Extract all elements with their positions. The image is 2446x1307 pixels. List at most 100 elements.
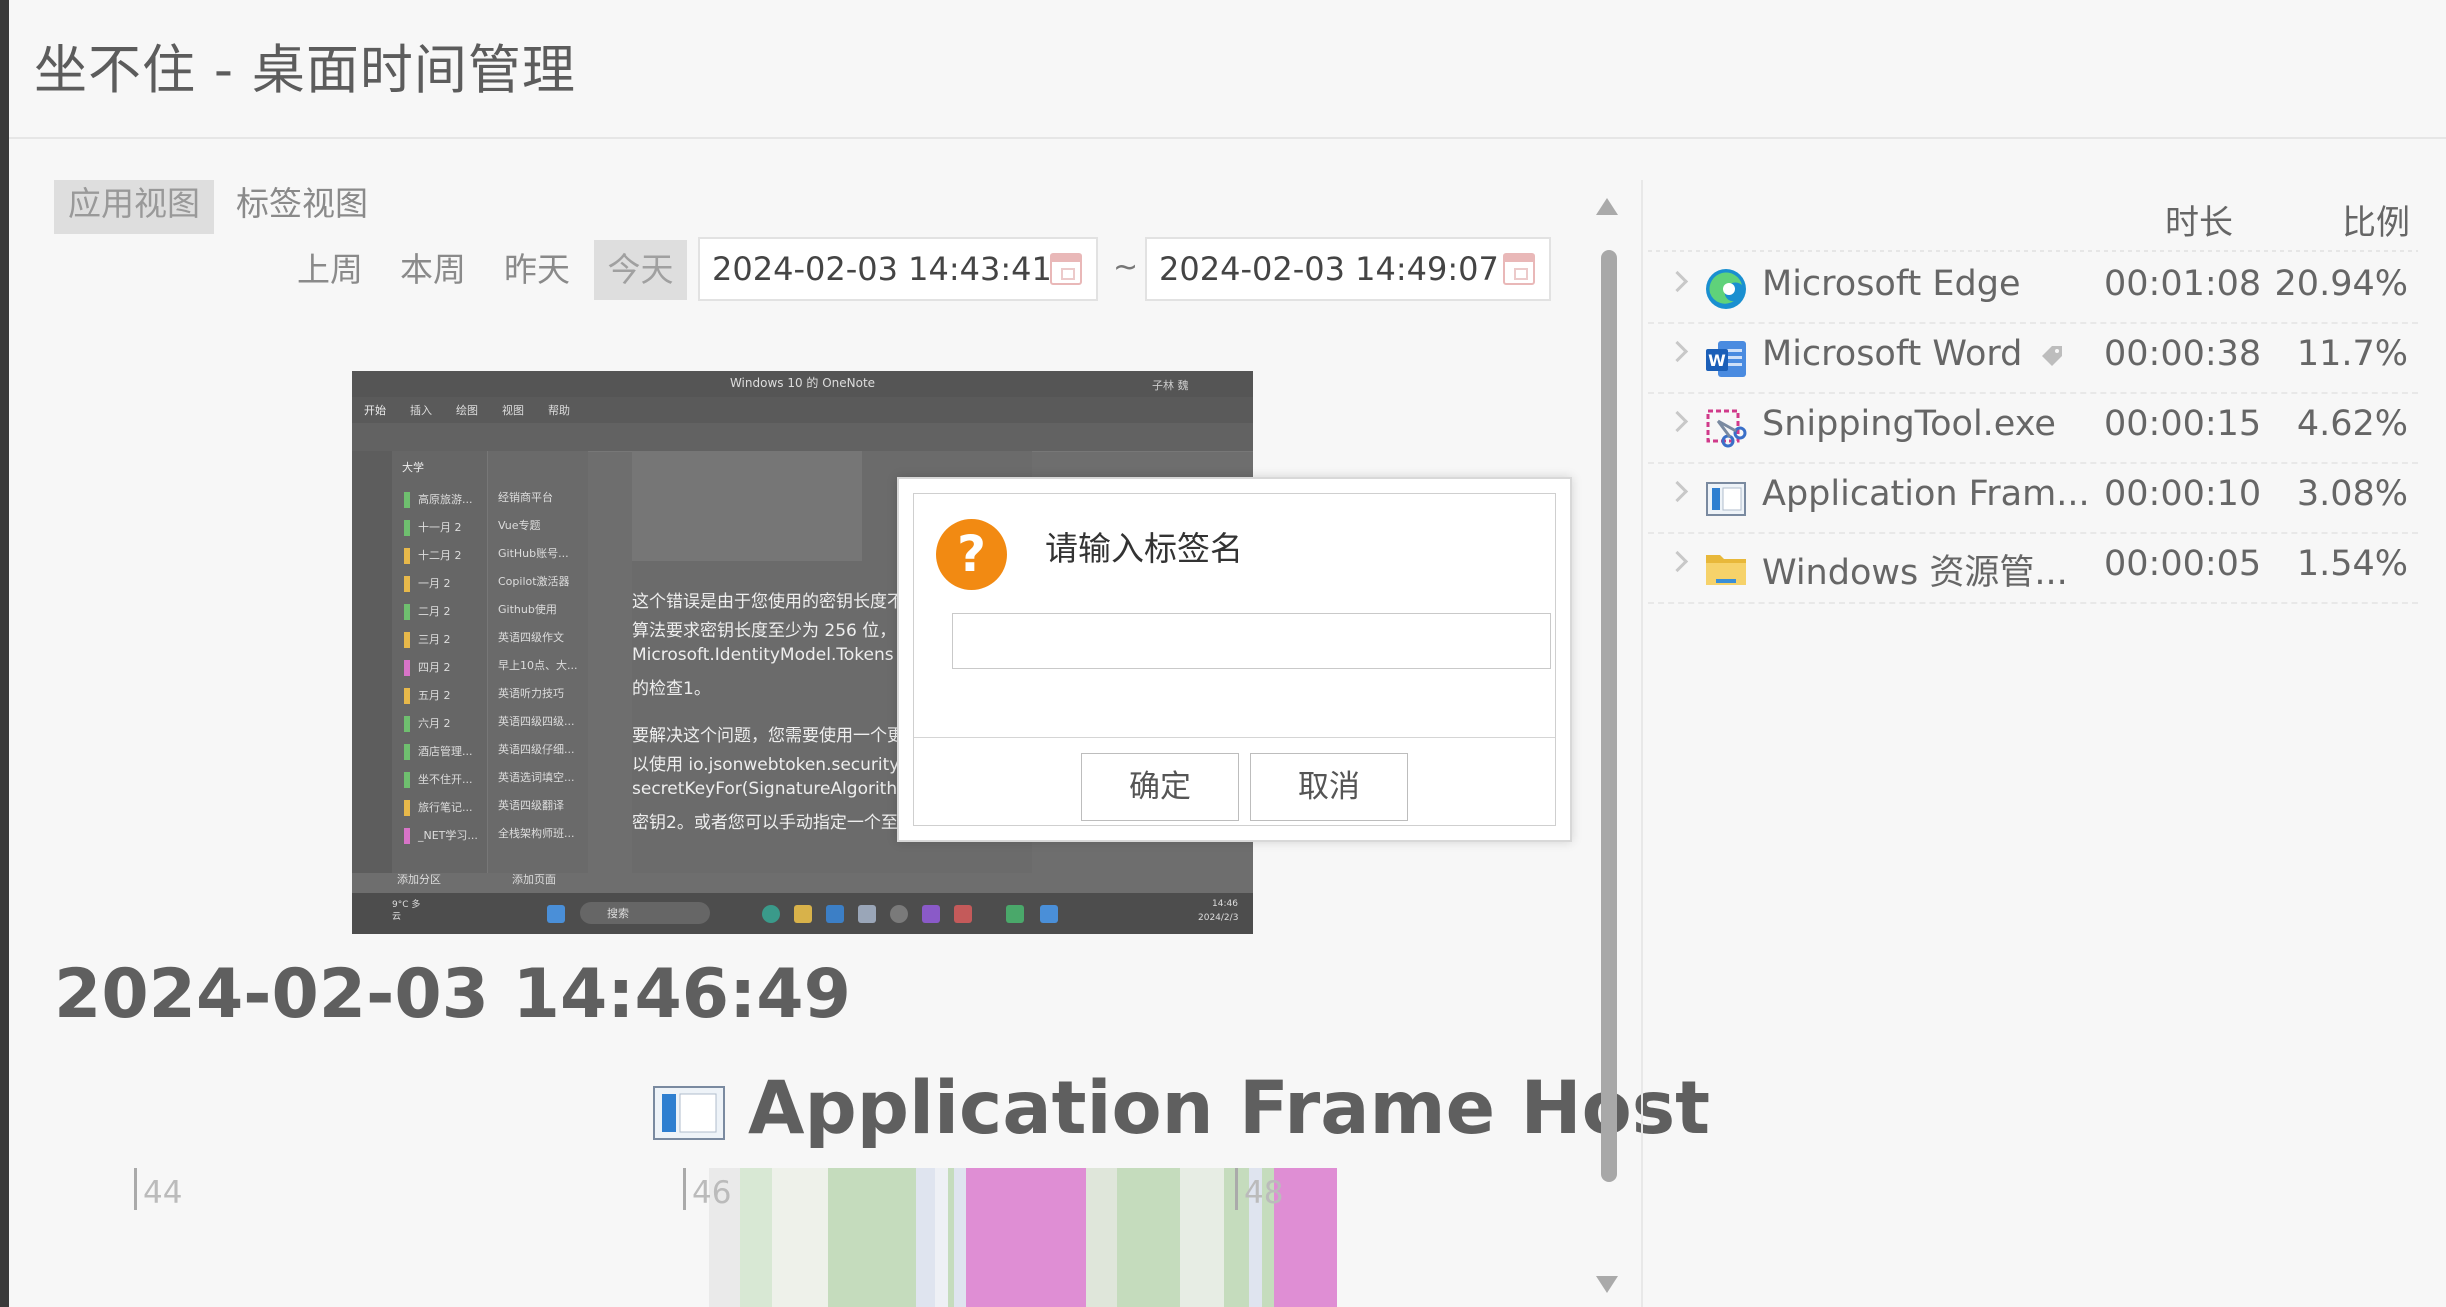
folder-icon (1706, 555, 1746, 585)
timeline-segment[interactable] (953, 1168, 967, 1307)
timeline-segment[interactable] (740, 1168, 772, 1307)
app-row-snipping-tool[interactable]: SnippingTool.exe 00:00:15 4.62% (1648, 392, 2418, 464)
calendar-icon[interactable] (1050, 253, 1082, 285)
end-datetime-value: 2024-02-03 14:49:07 (1159, 250, 1499, 288)
chevron-right-icon[interactable] (1666, 550, 1689, 573)
timeline-tick: 44 (134, 1168, 182, 1211)
app-icon (1006, 905, 1024, 923)
calendar-icon[interactable] (1503, 253, 1535, 285)
chevron-right-icon[interactable] (1666, 270, 1689, 293)
timeline-segment[interactable] (771, 1168, 829, 1307)
app-name: Microsoft Word (1762, 334, 2023, 374)
thumb-nav-rail (352, 451, 392, 873)
timeline-segment[interactable] (1180, 1168, 1224, 1307)
range-last-week-button[interactable]: 上周 (290, 240, 370, 300)
onenote-icon (922, 905, 940, 923)
word-icon: W (1706, 341, 1746, 377)
timeline-segment[interactable] (1274, 1168, 1337, 1307)
tab-tag-view[interactable]: 标签视图 (222, 180, 382, 234)
app-duration: 00:00:05 (2104, 544, 2262, 584)
application-frame-icon (653, 1086, 725, 1140)
start-datetime-value: 2024-02-03 14:43:41 (712, 250, 1052, 288)
thumb-ribbon-tab: 帮助 (548, 404, 570, 417)
timeline-segment[interactable] (828, 1168, 917, 1307)
scroll-down-arrow[interactable] (1596, 1276, 1618, 1293)
chevron-right-icon[interactable] (1666, 340, 1689, 363)
app-ratio: 20.94% (2274, 264, 2408, 304)
edge-icon (1706, 269, 1746, 309)
cancel-button[interactable]: 取消 (1250, 753, 1408, 821)
timeline-segment[interactable] (966, 1168, 1086, 1307)
thumb-content-line: 的检查1。 (632, 679, 711, 699)
thumb-clock: 14:46 (1212, 899, 1238, 909)
folder-icon (794, 905, 812, 923)
snipping-tool-icon (1706, 409, 1747, 448)
dialog-title: 请输入标签名 (1045, 529, 1243, 568)
dialog-body: ? 请输入标签名 确定 取消 (913, 493, 1556, 826)
ok-button[interactable]: 确定 (1081, 753, 1239, 821)
tag-icon[interactable] (2040, 344, 2064, 368)
thumb-page-item: 全栈架构师班... (498, 827, 575, 840)
range-today-button[interactable]: 今天 (594, 240, 687, 300)
thumb-page-item: 英语选词填空... (498, 771, 575, 784)
thumb-date: 2024/2/3 (1198, 913, 1239, 923)
app-row-windows-explorer[interactable]: Windows 资源管... 00:00:05 1.54% (1648, 532, 2418, 604)
thumb-content-line: 算法要求密钥长度至少为 256 位， (632, 621, 897, 641)
ratio-column-header[interactable]: 比例 (2342, 195, 2410, 244)
range-yesterday-button[interactable]: 昨天 (497, 240, 577, 300)
timeline-segment[interactable] (916, 1168, 936, 1307)
app-name: SnippingTool.exe (1762, 404, 2056, 444)
thumb-search-label: 搜索 (607, 907, 629, 920)
timeline-segment[interactable] (1117, 1168, 1180, 1307)
app-ratio: 4.62% (2296, 404, 2408, 444)
vscode-icon (826, 905, 844, 923)
windows-start-icon (547, 905, 565, 923)
app-icon (858, 905, 876, 923)
app-row-application-frame-host[interactable]: Application Fram... 00:00:10 3.08% (1648, 462, 2418, 534)
thumb-page-list: 经销商平台 Vue专题 GitHub账号... Copilot激活器 Githu… (487, 451, 588, 873)
thumb-taskbar: 9°C 多云 搜索 14:46 2024/2/3 (352, 893, 1253, 934)
panel-divider (1641, 180, 1643, 1307)
thumb-page-item: Vue专题 (498, 519, 541, 532)
window-left-edge (0, 0, 9, 1307)
chevron-right-icon[interactable] (1666, 410, 1689, 433)
chevron-right-icon[interactable] (1666, 480, 1689, 503)
thumb-page-item: 英语四级翻译 (498, 799, 564, 812)
thumb-code-panel (632, 451, 862, 561)
thumb-page-item: 英语听力技巧 (498, 687, 564, 700)
thumb-ribbon-tab: 开始 (364, 404, 386, 417)
thumb-page-item: 英语四级四级... (498, 715, 575, 728)
tag-name-input[interactable] (952, 613, 1551, 669)
app-duration: 00:00:38 (2104, 334, 2262, 374)
thumb-page-item: GitHub账号... (498, 547, 569, 560)
scrollbar-thumb[interactable] (1601, 250, 1617, 1182)
app-icon (1040, 905, 1058, 923)
thumb-add-page: 添加页面 (512, 873, 556, 886)
thumb-add-section: 添加分区 (397, 873, 441, 886)
range-this-week-button[interactable]: 本周 (393, 240, 473, 300)
thumb-page-item: 英语四级作文 (498, 631, 564, 644)
snapshot-timestamp: 2024-02-03 14:46:49 (54, 955, 851, 1034)
app-row-edge[interactable]: Microsoft Edge 00:01:08 20.94% (1648, 252, 2418, 324)
start-datetime-field[interactable]: 2024-02-03 14:43:41 (698, 237, 1098, 301)
thumb-weather: 9°C 多云 (392, 900, 421, 922)
app-ratio: 1.54% (2296, 544, 2408, 584)
duration-column-header[interactable]: 时长 (2165, 195, 2233, 244)
tab-app-view[interactable]: 应用视图 (54, 180, 214, 234)
thumb-toolbar (352, 423, 1253, 452)
app-row-word[interactable]: W Microsoft Word 00:00:38 11.7% (1648, 322, 2418, 394)
edge-icon (762, 905, 780, 923)
settings-icon (890, 905, 908, 923)
tag-name-dialog: ? 请输入标签名 确定 取消 (897, 477, 1572, 842)
thumb-content-line: 以使用 io.jsonwebtoken.security. (632, 755, 903, 775)
timeline-segment[interactable] (1085, 1168, 1118, 1307)
thumb-page-item: Copilot激活器 (498, 575, 570, 588)
thumb-content-line: 密钥2。或者您可以手动指定一个至 (632, 813, 898, 833)
dialog-divider (914, 737, 1555, 738)
thumb-search-box (580, 902, 710, 924)
timeline-segment[interactable] (935, 1168, 948, 1307)
app-name: Microsoft Edge (1762, 264, 2021, 304)
end-datetime-field[interactable]: 2024-02-03 14:49:07 (1145, 237, 1551, 301)
app-title: 坐不住 - 桌面时间管理 (34, 40, 576, 101)
scroll-up-arrow[interactable] (1596, 198, 1618, 215)
